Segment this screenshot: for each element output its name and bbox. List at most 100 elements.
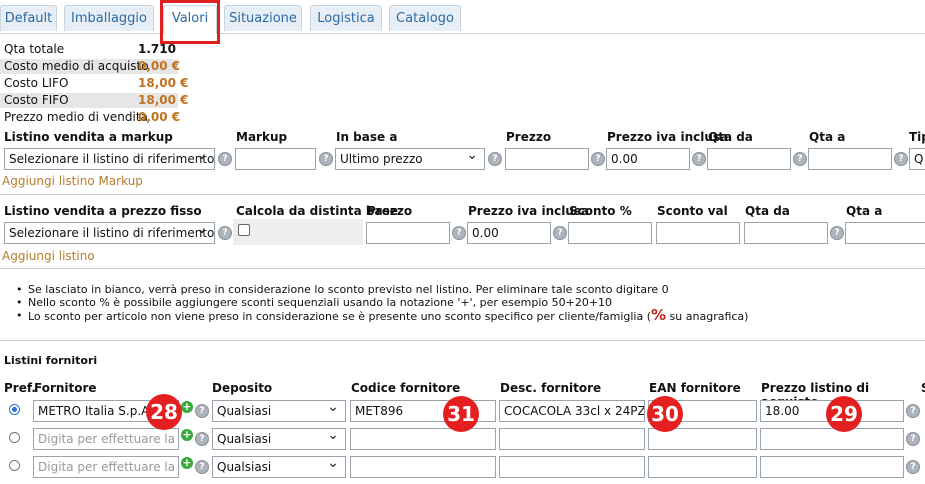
help-icon[interactable]: ? bbox=[319, 152, 333, 166]
add-fornitore-icon[interactable]: + bbox=[181, 457, 193, 469]
fisso-header-qta-a: Qta a bbox=[846, 204, 883, 218]
help-icon[interactable]: ? bbox=[488, 152, 502, 166]
add-listino-link[interactable]: Aggiungi listino bbox=[2, 249, 95, 263]
desc-fornitore-input[interactable] bbox=[499, 428, 645, 450]
markup-prezzo-input[interactable] bbox=[505, 148, 589, 170]
ean-fornitore-input[interactable] bbox=[648, 456, 757, 478]
fornitori-header-deposito: Deposito bbox=[212, 381, 273, 395]
percent-icon: % bbox=[651, 306, 667, 324]
help-icon[interactable]: ? bbox=[195, 460, 209, 474]
tab-catalogo[interactable]: Catalogo bbox=[389, 5, 461, 31]
fornitori-header-codice: Codice fornitore bbox=[351, 381, 461, 395]
tab-situazione[interactable]: Situazione bbox=[224, 5, 302, 31]
fisso-listino-select[interactable]: Selezionare il listino di riferimento bbox=[4, 222, 215, 244]
help-icon[interactable]: ? bbox=[906, 460, 920, 474]
fisso-header-sconto-val: Sconto val bbox=[657, 204, 728, 218]
help-icon[interactable]: ? bbox=[906, 404, 920, 418]
deposito-select[interactable]: Qualsiasi bbox=[212, 400, 346, 422]
help-icon[interactable]: ? bbox=[218, 152, 232, 166]
codice-fornitore-input[interactable] bbox=[350, 428, 496, 450]
fornitori-title: Listini fornitori bbox=[4, 354, 98, 367]
annotation-badge: 29 bbox=[826, 396, 862, 432]
tab-highlight-box bbox=[160, 0, 220, 44]
fisso-header-listino: Listino vendita a prezzo fisso bbox=[4, 204, 202, 218]
annotation-badge: 30 bbox=[647, 396, 683, 432]
calcola-distinta-checkbox[interactable] bbox=[238, 224, 250, 236]
prezzo-listino-input[interactable] bbox=[760, 456, 904, 478]
markup-header-prezzo: Prezzo bbox=[506, 130, 552, 144]
prezzo-medio-label: Prezzo medio di vendita bbox=[4, 110, 148, 124]
markup-header-listino: Listino vendita a markup bbox=[4, 130, 173, 144]
fisso-prezzo-input[interactable] bbox=[366, 222, 450, 244]
note-text: Lo sconto per articolo non viene preso i… bbox=[28, 310, 652, 323]
help-icon[interactable]: ? bbox=[452, 226, 466, 240]
costo-fifo-label: Costo FIFO bbox=[4, 93, 69, 107]
fornitori-header-desc: Desc. fornitore bbox=[500, 381, 602, 395]
notes-list: Se lasciato in bianco, verrà preso in co… bbox=[16, 283, 749, 324]
fornitori-header-fornitore: Fornitore bbox=[34, 381, 97, 395]
fornitori-header-s: S bbox=[921, 381, 925, 395]
markup-tipo-select[interactable]: Q bbox=[909, 148, 925, 170]
costo-lifo-label: Costo LIFO bbox=[4, 76, 69, 90]
qta-totale-label: Qta totale bbox=[4, 42, 65, 56]
fisso-sconto-val-input[interactable] bbox=[656, 222, 740, 244]
fisso-header-qta-da: Qta da bbox=[745, 204, 790, 218]
divider bbox=[0, 268, 925, 269]
desc-fornitore-input[interactable]: COCACOLA 33cl x 24PZ bbox=[499, 400, 645, 422]
costo-medio-value: 0,00 € bbox=[138, 59, 181, 73]
deposito-select[interactable]: Qualsiasi bbox=[212, 428, 346, 450]
markup-prezzo-iva-input[interactable]: 0.00 bbox=[606, 148, 690, 170]
note-item: Lo sconto per articolo non viene preso i… bbox=[16, 306, 749, 324]
help-icon[interactable]: ? bbox=[894, 152, 908, 166]
prezzo-medio-value: 0,00 € bbox=[138, 110, 181, 124]
markup-qta-da-input[interactable] bbox=[707, 148, 791, 170]
costo-lifo-value: 18,00 € bbox=[138, 76, 189, 90]
fisso-sconto-pct-input[interactable] bbox=[568, 222, 652, 244]
calcola-cell bbox=[233, 219, 363, 245]
pref-radio[interactable] bbox=[9, 460, 20, 471]
help-icon[interactable]: ? bbox=[195, 404, 209, 418]
fornitori-header-pref: Pref. bbox=[4, 381, 36, 395]
tab-logistica[interactable]: Logistica bbox=[310, 5, 382, 31]
fornitori-header-ean: EAN fornitore bbox=[649, 381, 741, 395]
desc-fornitore-input[interactable] bbox=[499, 456, 645, 478]
help-icon[interactable]: ? bbox=[591, 152, 605, 166]
deposito-select[interactable]: Qualsiasi bbox=[212, 456, 346, 478]
divider bbox=[0, 340, 925, 341]
markup-input[interactable] bbox=[235, 148, 316, 170]
markup-header-qta-a: Qta a bbox=[809, 130, 846, 144]
note-item: Se lasciato in bianco, verrà preso in co… bbox=[16, 283, 748, 296]
codice-fornitore-input[interactable] bbox=[350, 456, 496, 478]
markup-header-markup: Markup bbox=[236, 130, 288, 144]
fornitore-input[interactable]: Digita per effettuare la ric bbox=[33, 428, 179, 450]
help-icon[interactable]: ? bbox=[218, 226, 232, 240]
markup-qta-a-input[interactable] bbox=[808, 148, 892, 170]
fisso-qta-da-input[interactable] bbox=[744, 222, 828, 244]
pref-radio[interactable] bbox=[9, 404, 20, 415]
fisso-qta-a-input[interactable] bbox=[845, 222, 925, 244]
qta-totale-value: 1.710 bbox=[138, 42, 176, 56]
help-icon[interactable]: ? bbox=[906, 432, 920, 446]
add-fornitore-icon[interactable]: + bbox=[181, 401, 193, 413]
costo-medio-label: Costo medio di acquisto bbox=[4, 59, 149, 73]
fisso-prezzo-iva-input[interactable]: 0.00 bbox=[467, 222, 551, 244]
help-icon[interactable]: ? bbox=[692, 152, 706, 166]
help-icon[interactable]: ? bbox=[195, 432, 209, 446]
tab-imballaggio[interactable]: Imballaggio bbox=[64, 5, 154, 31]
fornitore-input[interactable]: Digita per effettuare la ric bbox=[33, 456, 179, 478]
add-fornitore-icon[interactable]: + bbox=[181, 429, 193, 441]
help-icon[interactable]: ? bbox=[793, 152, 807, 166]
markup-header-in-base: In base a bbox=[336, 130, 398, 144]
tab-default[interactable]: Default bbox=[0, 5, 57, 31]
help-icon[interactable]: ? bbox=[830, 226, 844, 240]
prezzo-listino-input[interactable] bbox=[760, 428, 904, 450]
add-markup-listino-link[interactable]: Aggiungi listino Markup bbox=[2, 174, 143, 188]
note-text: su anagrafica) bbox=[666, 310, 749, 323]
costo-fifo-value: 18,00 € bbox=[138, 93, 189, 107]
help-icon[interactable]: ? bbox=[553, 226, 567, 240]
pref-radio[interactable] bbox=[9, 432, 20, 443]
fisso-header-sconto-pct: Sconto % bbox=[569, 204, 632, 218]
markup-in-base-select[interactable]: Ultimo prezzo bbox=[335, 148, 485, 170]
markup-listino-select[interactable]: Selezionare il listino di riferimento bbox=[4, 148, 215, 170]
divider bbox=[0, 194, 925, 195]
